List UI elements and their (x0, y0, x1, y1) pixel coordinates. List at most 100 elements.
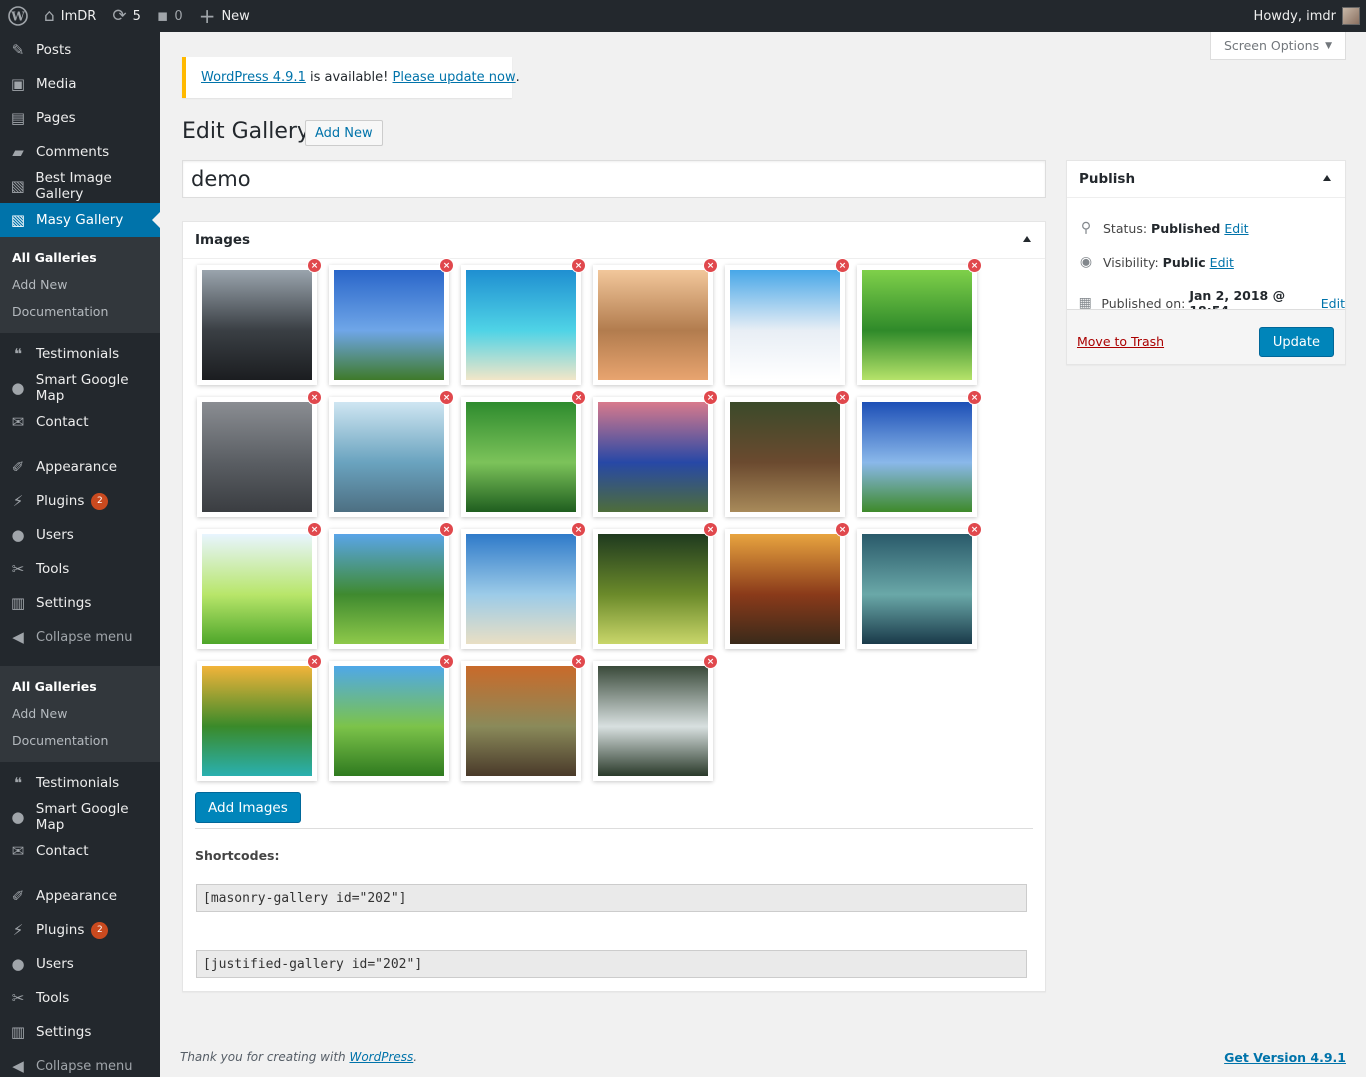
remove-image-icon[interactable]: × (967, 522, 982, 537)
submenu-all-galleries[interactable]: All Galleries (0, 673, 160, 700)
update-button[interactable]: Update (1258, 327, 1334, 357)
collapse-menu-button[interactable]: ◀ Collapse menu (0, 1049, 160, 1077)
remove-image-icon[interactable]: × (835, 390, 850, 405)
images-metabox-header[interactable]: Images (183, 222, 1045, 259)
sidebar-item-pages[interactable]: ▤ Pages (0, 101, 160, 135)
sidebar-item-testimonials[interactable]: ❝ Testimonials (0, 337, 160, 371)
menu-group-admin-b: ✐ Appearance ⚡ Plugins 2 ● Users ✂ Tools ▥ Setting… (0, 879, 160, 1049)
sidebar-item-comments[interactable]: ▰ Comments (0, 135, 160, 169)
remove-image-icon[interactable]: × (703, 390, 718, 405)
screen-options-button[interactable]: Screen Options ▼ (1210, 32, 1346, 60)
gallery-image-kingfishers[interactable]: × (857, 258, 982, 385)
gallery-image-daisy[interactable]: × (857, 522, 982, 649)
gallery-image-waterfall-sunrise[interactable]: × (197, 654, 322, 781)
sidebar-item-smart-google-map[interactable]: ● Smart Google Map (0, 800, 160, 834)
gallery-image-puppy[interactable]: × (461, 390, 586, 517)
site-name-link[interactable]: ⌂ ImDR (36, 0, 104, 32)
sidebar-item-posts[interactable]: ✎ Posts (0, 33, 160, 67)
remove-image-icon[interactable]: × (307, 390, 322, 405)
sidebar-item-tools[interactable]: ✂ Tools (0, 981, 160, 1015)
remove-image-icon[interactable]: × (835, 522, 850, 537)
add-images-button[interactable]: Add Images (195, 792, 301, 823)
sidebar-item-best-image-gallery[interactable]: ▧ Best Image Gallery (0, 169, 160, 203)
wordpress-link[interactable]: WordPress (349, 1050, 413, 1064)
gallery-image-cat-eye[interactable]: × (197, 390, 322, 517)
sidebar-item-masy-gallery[interactable]: ▧ Masy Gallery (0, 203, 160, 237)
users-icon: ● (11, 955, 25, 973)
sidebar-item-contact[interactable]: ✉ Contact (0, 405, 160, 439)
remove-image-icon[interactable]: × (439, 258, 454, 273)
gallery-image-hedgehog[interactable]: × (593, 258, 718, 385)
gallery-image-forest-waterfall[interactable]: × (593, 654, 718, 781)
sidebar-item-smart-google-map[interactable]: ● Smart Google Map (0, 371, 160, 405)
gallery-image-sunset-road[interactable]: × (725, 522, 850, 649)
justified-shortcode-field[interactable]: [justified-gallery id="202"] (196, 950, 1027, 978)
comments-link[interactable]: ▪ 0 (149, 0, 191, 32)
gallery-image-palm-beach[interactable]: × (461, 522, 586, 649)
collapse-menu-button[interactable]: ◀ Collapse menu (0, 620, 160, 654)
new-content-link[interactable]: + New (191, 0, 258, 32)
remove-image-icon[interactable]: × (307, 522, 322, 537)
add-new-button[interactable]: Add New (305, 120, 383, 146)
gallery-image-forest-path[interactable]: × (725, 390, 850, 517)
gallery-image-sky-field[interactable]: × (857, 390, 982, 517)
sidebar-item-appearance[interactable]: ✐ Appearance (0, 450, 160, 484)
submenu-all-galleries[interactable]: All Galleries (0, 244, 160, 271)
remove-image-icon[interactable]: × (571, 522, 586, 537)
remove-image-icon[interactable]: × (835, 258, 850, 273)
edit-visibility-link[interactable]: Edit (1210, 255, 1234, 270)
remove-image-icon[interactable]: × (703, 654, 718, 669)
gallery-image-tropical-beach[interactable]: × (461, 258, 586, 385)
gallery-image-motorcycle[interactable]: × (197, 258, 322, 385)
sidebar-item-settings[interactable]: ▥ Settings (0, 1015, 160, 1049)
sidebar-item-contact[interactable]: ✉ Contact (0, 834, 160, 868)
sidebar-item-appearance[interactable]: ✐ Appearance (0, 879, 160, 913)
submenu-documentation[interactable]: Documentation (0, 727, 160, 754)
collapse-arrow-icon[interactable] (1323, 175, 1331, 181)
gallery-image-eiffel-tower[interactable]: × (329, 258, 454, 385)
gallery-image-autumn-path[interactable]: × (461, 654, 586, 781)
remove-image-icon[interactable]: × (439, 654, 454, 669)
sidebar-item-testimonials[interactable]: ❝ Testimonials (0, 766, 160, 800)
my-account-link[interactable]: Howdy, imdr (1246, 0, 1366, 32)
remove-image-icon[interactable]: × (967, 390, 982, 405)
remove-image-icon[interactable]: × (307, 654, 322, 669)
remove-image-icon[interactable]: × (439, 522, 454, 537)
get-version-link[interactable]: Get Version 4.9.1 (1224, 1050, 1346, 1065)
remove-image-icon[interactable]: × (703, 522, 718, 537)
gallery-image-forest-tunnel[interactable]: × (593, 522, 718, 649)
gallery-image-blue-bird[interactable]: × (593, 390, 718, 517)
sidebar-item-plugins[interactable]: ⚡ Plugins 2 (0, 484, 160, 518)
update-now-link[interactable]: Please update now (393, 70, 516, 85)
remove-image-icon[interactable]: × (439, 390, 454, 405)
move-to-trash-link[interactable]: Move to Trash (1077, 334, 1164, 349)
gallery-title-input[interactable]: demo (182, 160, 1046, 198)
masonry-shortcode-field[interactable]: [masonry-gallery id="202"] (196, 884, 1027, 912)
remove-image-icon[interactable]: × (307, 258, 322, 273)
submenu-add-new[interactable]: Add New (0, 271, 160, 298)
edit-status-link[interactable]: Edit (1224, 221, 1248, 236)
sidebar-item-plugins[interactable]: ⚡ Plugins 2 (0, 913, 160, 947)
gallery-image-green-hills[interactable]: × (329, 654, 454, 781)
sidebar-item-settings[interactable]: ▥ Settings (0, 586, 160, 620)
collapse-arrow-icon[interactable] (1023, 236, 1031, 242)
gallery-image-balloon-house[interactable]: × (725, 258, 850, 385)
gallery-image-sea-turtle[interactable]: × (329, 390, 454, 517)
gallery-image-green-tree[interactable]: × (329, 522, 454, 649)
remove-image-icon[interactable]: × (571, 654, 586, 669)
submenu-documentation[interactable]: Documentation (0, 298, 160, 325)
sidebar-item-users[interactable]: ● Users (0, 518, 160, 552)
wordpress-version-link[interactable]: WordPress 4.9.1 (201, 70, 306, 85)
sidebar-item-media[interactable]: ▣ Media (0, 67, 160, 101)
remove-image-icon[interactable]: × (703, 258, 718, 273)
sidebar-item-users[interactable]: ● Users (0, 947, 160, 981)
submenu-add-new[interactable]: Add New (0, 700, 160, 727)
remove-image-icon[interactable]: × (967, 258, 982, 273)
wordpress-logo-icon[interactable]: W (0, 0, 36, 32)
gallery-image-grass-sun[interactable]: × (197, 522, 322, 649)
updates-link[interactable]: ⟳ 5 (104, 0, 149, 32)
remove-image-icon[interactable]: × (571, 258, 586, 273)
remove-image-icon[interactable]: × (571, 390, 586, 405)
publish-metabox-header[interactable]: Publish (1067, 161, 1345, 198)
sidebar-item-tools[interactable]: ✂ Tools (0, 552, 160, 586)
